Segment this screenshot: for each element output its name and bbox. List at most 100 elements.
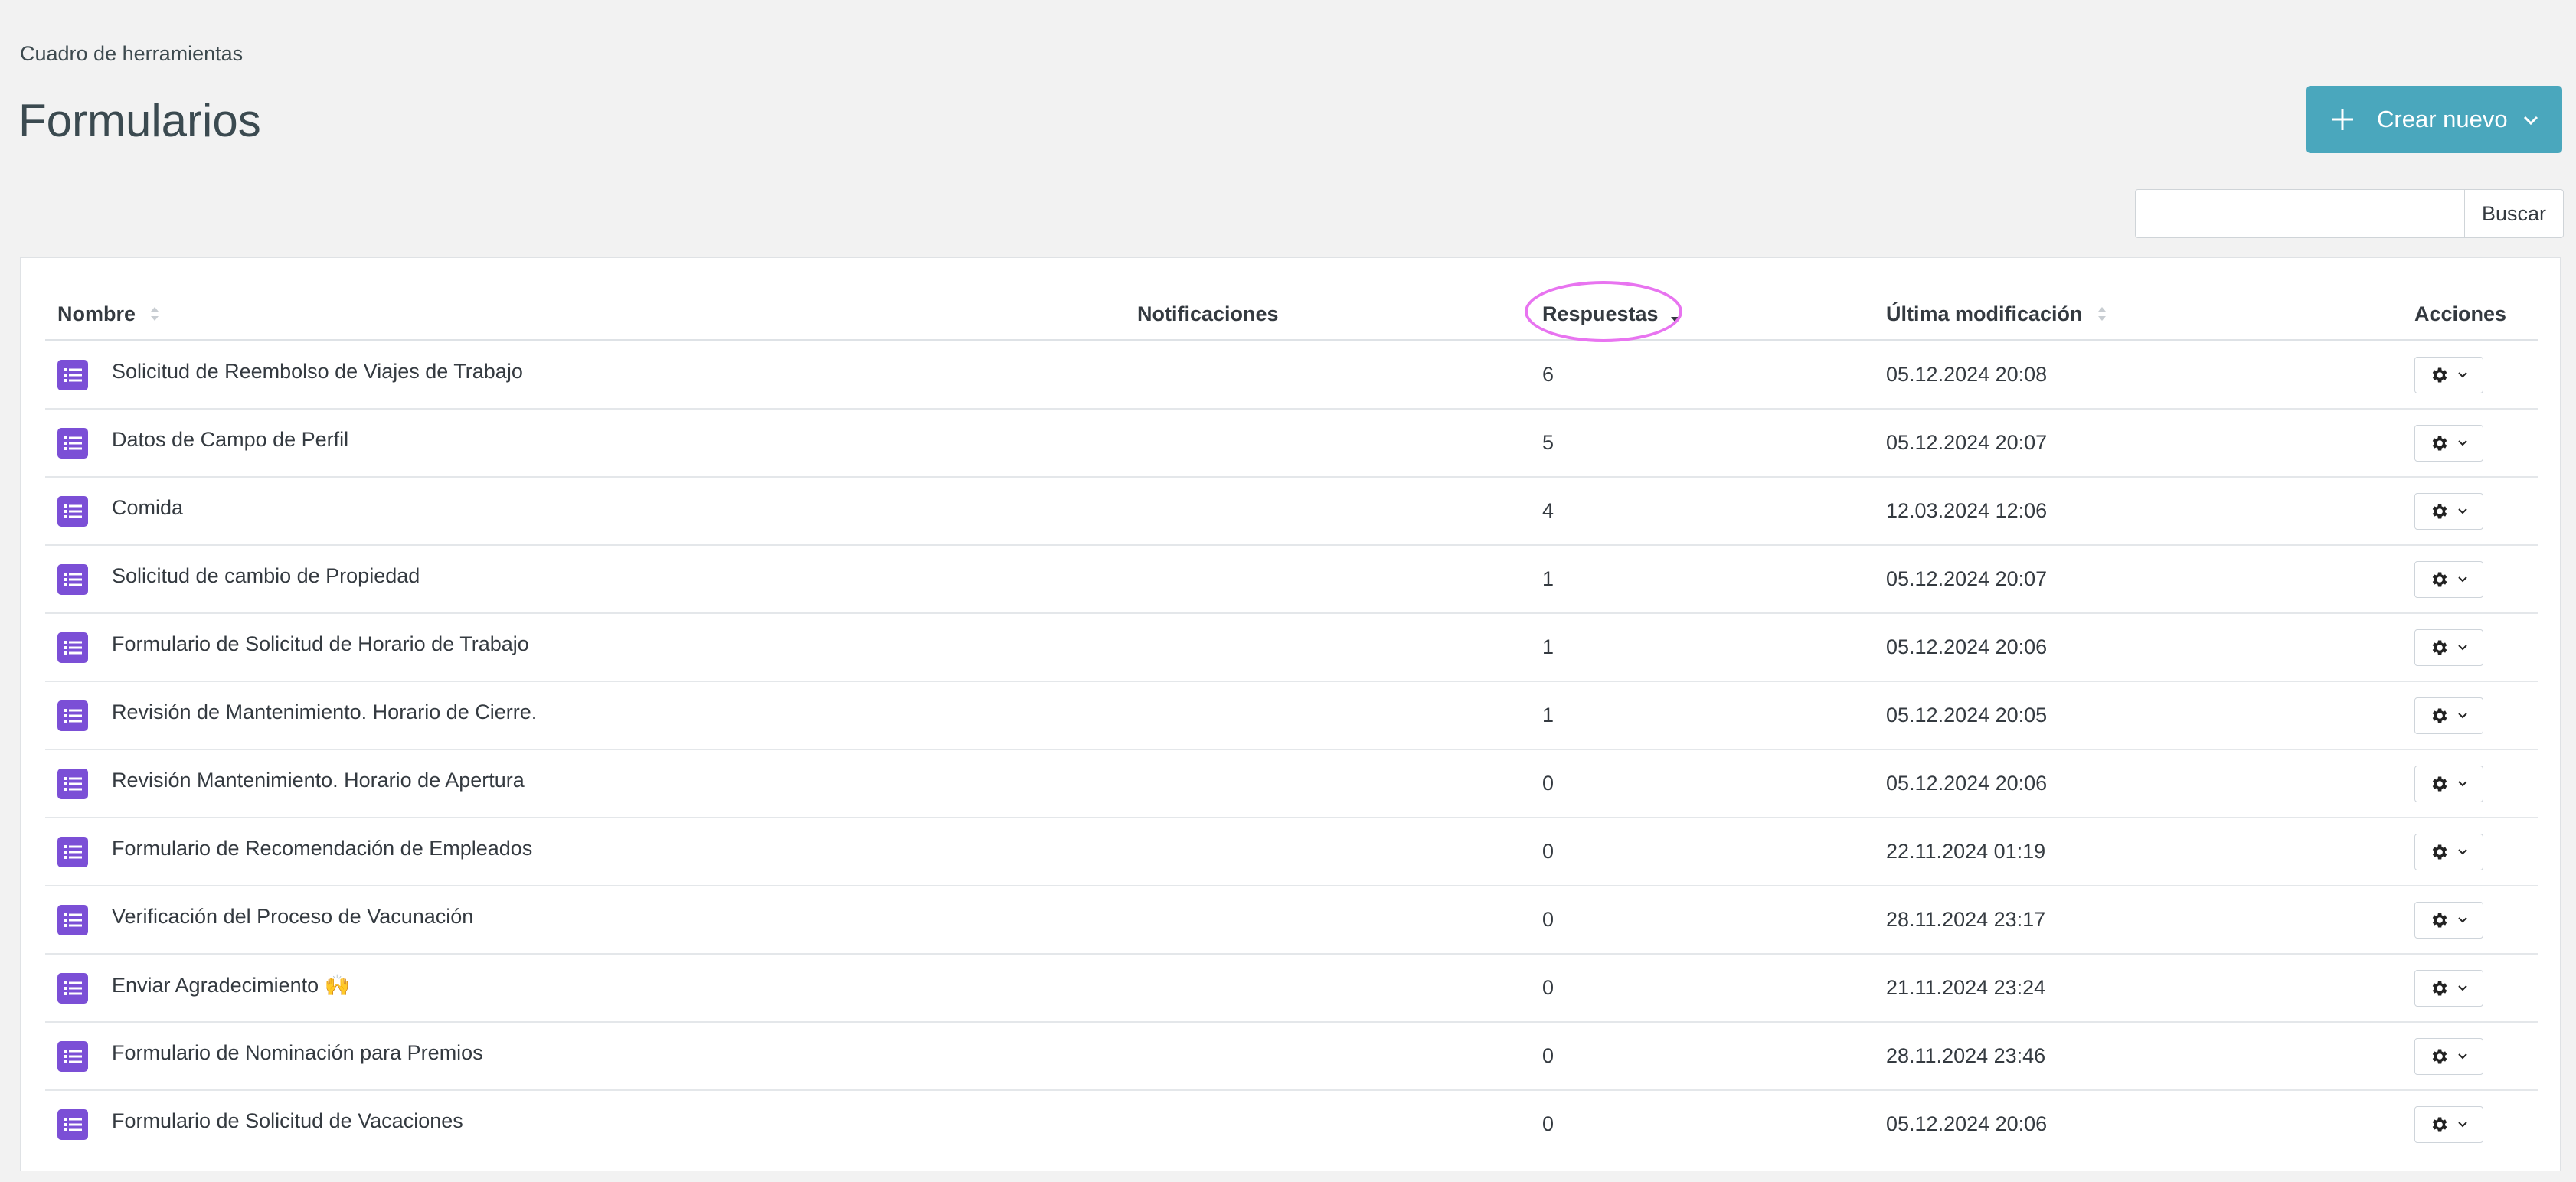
form-last-modified: 28.11.2024 23:17 bbox=[1886, 908, 2046, 931]
table-row[interactable]: Formulario de Nominación para Premios 0 … bbox=[45, 1023, 2538, 1091]
form-list-icon bbox=[57, 427, 88, 459]
form-icon-cell bbox=[57, 818, 88, 885]
table-header: Nombre Notificaciones Respuestas Última … bbox=[45, 281, 2538, 342]
form-name[interactable]: Solicitud de Reembolso de Viajes de Trab… bbox=[112, 338, 523, 405]
column-header-responses-label: Respuestas bbox=[1542, 302, 1659, 325]
form-name[interactable]: Formulario de Recomendación de Empleados bbox=[112, 815, 532, 882]
column-header-name[interactable]: Nombre bbox=[57, 289, 160, 339]
chevron-down-icon bbox=[2458, 848, 2467, 854]
form-name[interactable]: Comida bbox=[112, 475, 183, 541]
forms-table: Nombre Notificaciones Respuestas Última … bbox=[45, 281, 2538, 1158]
form-list-icon bbox=[57, 632, 88, 663]
form-actions-button[interactable] bbox=[2414, 765, 2483, 802]
gear-icon bbox=[2432, 775, 2447, 792]
table-row[interactable]: Verificación del Proceso de Vacunación 0… bbox=[45, 887, 2538, 955]
form-actions-cell bbox=[2414, 410, 2483, 476]
form-name[interactable]: Formulario de Solicitud de Vacaciones bbox=[112, 1088, 463, 1154]
form-actions-cell bbox=[2414, 1091, 2483, 1158]
chevron-down-icon bbox=[2458, 371, 2467, 377]
form-icon-cell bbox=[57, 682, 88, 749]
column-header-actions-label: Acciones bbox=[2414, 302, 2507, 325]
table-row[interactable]: Formulario de Solicitud de Horario de Tr… bbox=[45, 614, 2538, 682]
chevron-down-icon bbox=[2458, 439, 2467, 446]
forms-panel: Nombre Notificaciones Respuestas Última … bbox=[20, 257, 2561, 1171]
form-last-modified: 05.12.2024 20:07 bbox=[1886, 567, 2048, 590]
search-button[interactable]: Buscar bbox=[2464, 189, 2564, 238]
form-last-modified: 22.11.2024 01:19 bbox=[1886, 840, 2046, 863]
table-row[interactable]: Solicitud de Reembolso de Viajes de Trab… bbox=[45, 341, 2538, 410]
form-actions-button[interactable] bbox=[2414, 356, 2483, 393]
form-actions-cell bbox=[2414, 818, 2483, 885]
chevron-down-icon bbox=[2523, 116, 2538, 126]
form-name[interactable]: Revisión Mantenimiento. Horario de Apert… bbox=[112, 747, 525, 814]
form-icon-cell bbox=[57, 614, 88, 681]
form-actions-button[interactable] bbox=[2414, 901, 2483, 939]
form-last-modified: 05.12.2024 20:06 bbox=[1886, 635, 2048, 658]
sort-icon bbox=[151, 307, 159, 321]
chevron-down-icon bbox=[2458, 1121, 2467, 1127]
form-actions-cell bbox=[2414, 887, 2483, 953]
form-list-icon bbox=[57, 904, 88, 935]
chevron-down-icon bbox=[2458, 780, 2467, 786]
form-icon-cell bbox=[57, 887, 88, 953]
form-icon-cell bbox=[57, 341, 88, 408]
form-actions-button[interactable] bbox=[2414, 1037, 2483, 1075]
form-actions-button[interactable] bbox=[2414, 697, 2483, 734]
form-icon-cell bbox=[57, 750, 88, 817]
column-header-last-modified[interactable]: Última modificación bbox=[1886, 289, 2107, 339]
form-actions-cell bbox=[2414, 341, 2483, 408]
form-actions-cell bbox=[2414, 750, 2483, 817]
form-name[interactable]: Formulario de Nominación para Premios bbox=[112, 1020, 483, 1086]
table-row[interactable]: Enviar Agradecimiento 🙌 0 21.11.2024 23:… bbox=[45, 955, 2538, 1023]
form-last-modified: 05.12.2024 20:07 bbox=[1886, 431, 2048, 454]
table-row[interactable]: Formulario de Recomendación de Empleados… bbox=[45, 818, 2538, 887]
form-actions-cell bbox=[2414, 1023, 2483, 1089]
create-new-button[interactable]: Crear nuevo bbox=[2306, 86, 2562, 153]
form-responses: 5 bbox=[1542, 431, 1554, 454]
form-actions-button[interactable] bbox=[2414, 560, 2483, 598]
chevron-down-icon bbox=[2458, 984, 2467, 991]
form-actions-button[interactable] bbox=[2414, 424, 2483, 462]
form-actions-button[interactable] bbox=[2414, 969, 2483, 1007]
chevron-down-icon bbox=[2458, 712, 2467, 718]
form-list-icon bbox=[57, 972, 88, 1004]
form-name[interactable]: Solicitud de cambio de Propiedad bbox=[112, 543, 420, 609]
form-actions-button[interactable] bbox=[2414, 629, 2483, 666]
form-actions-cell bbox=[2414, 546, 2483, 612]
form-name[interactable]: Revisión de Mantenimiento. Horario de Ci… bbox=[112, 679, 537, 746]
table-row[interactable]: Comida 4 12.03.2024 12:06 bbox=[45, 478, 2538, 546]
table-row[interactable]: Revisión Mantenimiento. Horario de Apert… bbox=[45, 750, 2538, 818]
form-last-modified: 12.03.2024 12:06 bbox=[1886, 499, 2048, 522]
form-icon-cell bbox=[57, 1091, 88, 1158]
form-name[interactable]: Verificación del Proceso de Vacunación bbox=[112, 883, 473, 950]
column-header-responses[interactable]: Respuestas bbox=[1542, 289, 1680, 339]
form-name[interactable]: Enviar Agradecimiento 🙌 bbox=[112, 952, 350, 1018]
form-last-modified: 05.12.2024 20:06 bbox=[1886, 1112, 2048, 1135]
form-actions-button[interactable] bbox=[2414, 1105, 2483, 1143]
form-actions-cell bbox=[2414, 682, 2483, 749]
gear-icon bbox=[2432, 435, 2447, 451]
form-list-icon bbox=[57, 359, 88, 390]
gear-icon bbox=[2432, 367, 2447, 383]
table-row[interactable]: Formulario de Solicitud de Vacaciones 0 … bbox=[45, 1091, 2538, 1158]
form-responses: 0 bbox=[1542, 840, 1554, 863]
breadcrumb[interactable]: Cuadro de herramientas bbox=[20, 42, 243, 66]
form-responses: 4 bbox=[1542, 499, 1554, 522]
gear-icon bbox=[2432, 1116, 2447, 1132]
column-header-name-label: Nombre bbox=[57, 302, 136, 325]
form-actions-button[interactable] bbox=[2414, 833, 2483, 870]
form-actions-button[interactable] bbox=[2414, 492, 2483, 530]
page-title: Formularios bbox=[18, 95, 261, 146]
gear-icon bbox=[2432, 912, 2447, 928]
search-input[interactable] bbox=[2135, 189, 2464, 238]
form-responses: 0 bbox=[1542, 772, 1554, 795]
table-row[interactable]: Revisión de Mantenimiento. Horario de Ci… bbox=[45, 682, 2538, 750]
form-name[interactable]: Formulario de Solicitud de Horario de Tr… bbox=[112, 611, 529, 678]
table-row[interactable]: Solicitud de cambio de Propiedad 1 05.12… bbox=[45, 546, 2538, 614]
gear-icon bbox=[2432, 571, 2447, 587]
table-row[interactable]: Datos de Campo de Perfil 5 05.12.2024 20… bbox=[45, 410, 2538, 478]
form-name[interactable]: Datos de Campo de Perfil bbox=[112, 407, 348, 473]
sort-icon bbox=[2097, 307, 2106, 321]
form-last-modified: 05.12.2024 20:08 bbox=[1886, 363, 2048, 386]
form-responses: 0 bbox=[1542, 1112, 1554, 1135]
